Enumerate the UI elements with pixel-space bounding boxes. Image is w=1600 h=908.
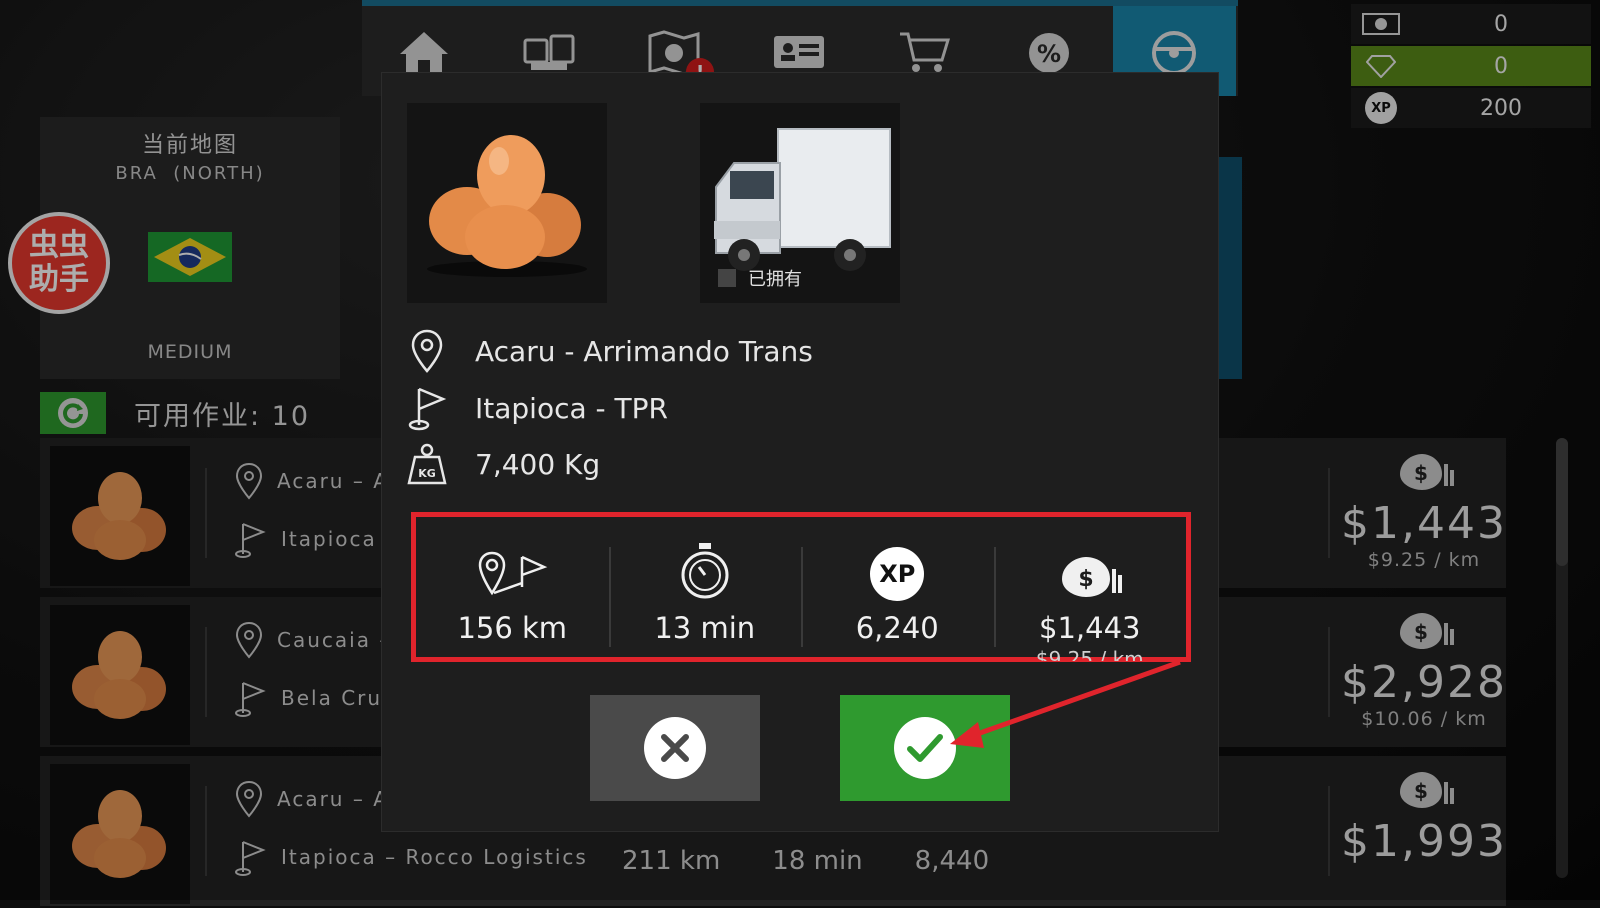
- owned-indicator: 已拥有: [718, 265, 802, 291]
- modal-weight: 7,400 Kg: [475, 447, 601, 481]
- money-bag-icon: $: [1061, 557, 1122, 597]
- modal-origin: Acaru - Arrimando Trans: [475, 334, 813, 368]
- modal-destination: Itapioca - TPR: [475, 391, 668, 425]
- stat-time-value: 13 min: [654, 611, 756, 645]
- destination-row: Itapioca - TPR: [407, 385, 668, 431]
- job-details-modal: 已拥有 Acaru - Arrimando Trans Itapioca - T…: [382, 73, 1218, 831]
- job-stats-highlight: 156 km 13 min XP 6,240 $ $1,443 $9.25 / …: [411, 512, 1191, 662]
- stat-distance-value: 156 km: [457, 611, 568, 645]
- stat-xp-value: 6,240: [855, 611, 939, 645]
- stat-pay-value: $1,443: [1039, 611, 1141, 645]
- origin-row: Acaru - Arrimando Trans: [407, 329, 813, 373]
- owned-checkbox: [718, 269, 736, 287]
- stat-time: 13 min: [608, 517, 802, 657]
- close-icon: [644, 717, 706, 779]
- destination-flag-icon: [408, 387, 447, 431]
- stopwatch-icon: [681, 543, 729, 599]
- xp-badge-icon: XP: [870, 547, 925, 601]
- checkmark-icon: [894, 717, 956, 779]
- route-distance-icon: [478, 551, 548, 596]
- stat-pay-rate: $9.25 / km: [1035, 647, 1144, 661]
- stat-xp: XP 6,240: [801, 517, 994, 657]
- location-pin-icon: [411, 329, 443, 373]
- cargo-image: [407, 103, 607, 303]
- truck-image: 已拥有: [700, 103, 900, 303]
- cancel-button[interactable]: [590, 695, 760, 801]
- svg-text:$: $: [1078, 567, 1093, 592]
- weight-kg-icon: KG: [407, 443, 447, 485]
- stat-pay: $ $1,443 $9.25 / km: [993, 517, 1187, 661]
- confirm-button[interactable]: [840, 695, 1010, 801]
- stat-distance: 156 km: [416, 517, 609, 657]
- svg-text:KG: KG: [418, 467, 436, 480]
- weight-row: KG 7,400 Kg: [407, 443, 600, 485]
- owned-label: 已拥有: [748, 269, 802, 290]
